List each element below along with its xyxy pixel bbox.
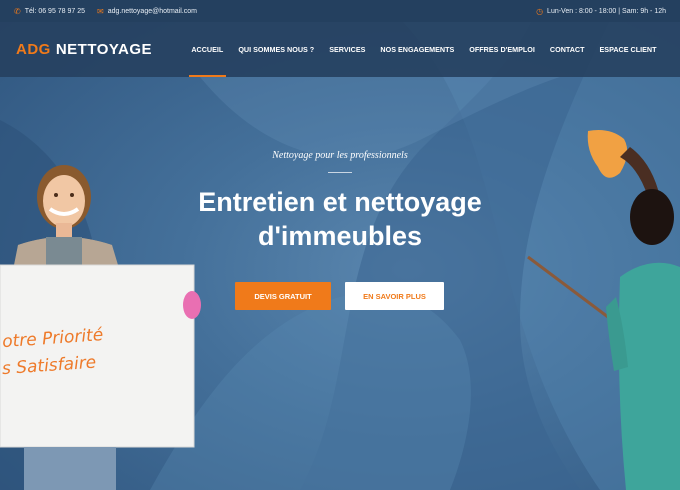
- hero-divider: [328, 172, 352, 173]
- en-savoir-plus-button[interactable]: EN SAVOIR PLUS: [345, 282, 444, 310]
- hero-title: Entretien et nettoyage d'immeubles: [0, 185, 680, 253]
- nav-menu: ACCUEIL QUI SOMMES NOUS ? SERVICES NOS E…: [184, 22, 664, 77]
- nav-item-nos-engagements[interactable]: NOS ENGAGEMENTS: [373, 22, 462, 77]
- nav-item-espace-client[interactable]: ESPACE CLIENT: [592, 22, 664, 77]
- nav-item-qui-sommes-nous[interactable]: QUI SOMMES NOUS ?: [231, 22, 322, 77]
- nav-item-contact[interactable]: CONTACT: [542, 22, 592, 77]
- email-contact[interactable]: ✉ adg.nettoyage@hotmail.com: [97, 7, 197, 16]
- logo-part-adg: ADG: [16, 41, 51, 58]
- opening-hours: ◷ Lun-Ven : 8:00 - 18:00 | Sam: 9h - 12h: [536, 7, 666, 16]
- hero-title-line2: d'immeubles: [258, 221, 422, 251]
- nav-item-offres-emploi[interactable]: OFFRES D'EMPLOI: [462, 22, 543, 77]
- cleaner-woman-image: [520, 127, 680, 490]
- hero-section: otre Priorité s Satisfaire Nettoyage pou…: [0, 77, 680, 490]
- hero-title-line1: Entretien et nettoyage: [198, 187, 482, 217]
- top-info-bar: ✆ Tél: 06 95 78 97 25 ✉ adg.nettoyage@ho…: [0, 0, 680, 22]
- clock-icon: ◷: [536, 6, 544, 16]
- nav-item-services[interactable]: SERVICES: [322, 22, 373, 77]
- phone-text: Tél: 06 95 78 97 25: [24, 7, 86, 15]
- email-text: adg.nettoyage@hotmail.com: [107, 7, 197, 15]
- hours-text: Lun-Ven : 8:00 - 18:00 | Sam: 9h - 12h: [547, 7, 666, 15]
- hero-tagline: Nettoyage pour les professionnels: [272, 150, 408, 161]
- phone-contact[interactable]: ✆ Tél: 06 95 78 97 25: [14, 7, 85, 16]
- devis-gratuit-button[interactable]: DEVIS GRATUIT: [235, 282, 331, 310]
- main-navbar: ADG NETTOYAGE ACCUEIL QUI SOMMES NOUS ? …: [0, 22, 680, 77]
- envelope-icon: ✉: [97, 6, 104, 16]
- site-logo[interactable]: ADG NETTOYAGE: [16, 41, 184, 58]
- nav-item-accueil[interactable]: ACCUEIL: [184, 22, 231, 77]
- logo-part-nettoyage: NETTOYAGE: [55, 41, 153, 58]
- phone-icon: ✆: [14, 6, 21, 16]
